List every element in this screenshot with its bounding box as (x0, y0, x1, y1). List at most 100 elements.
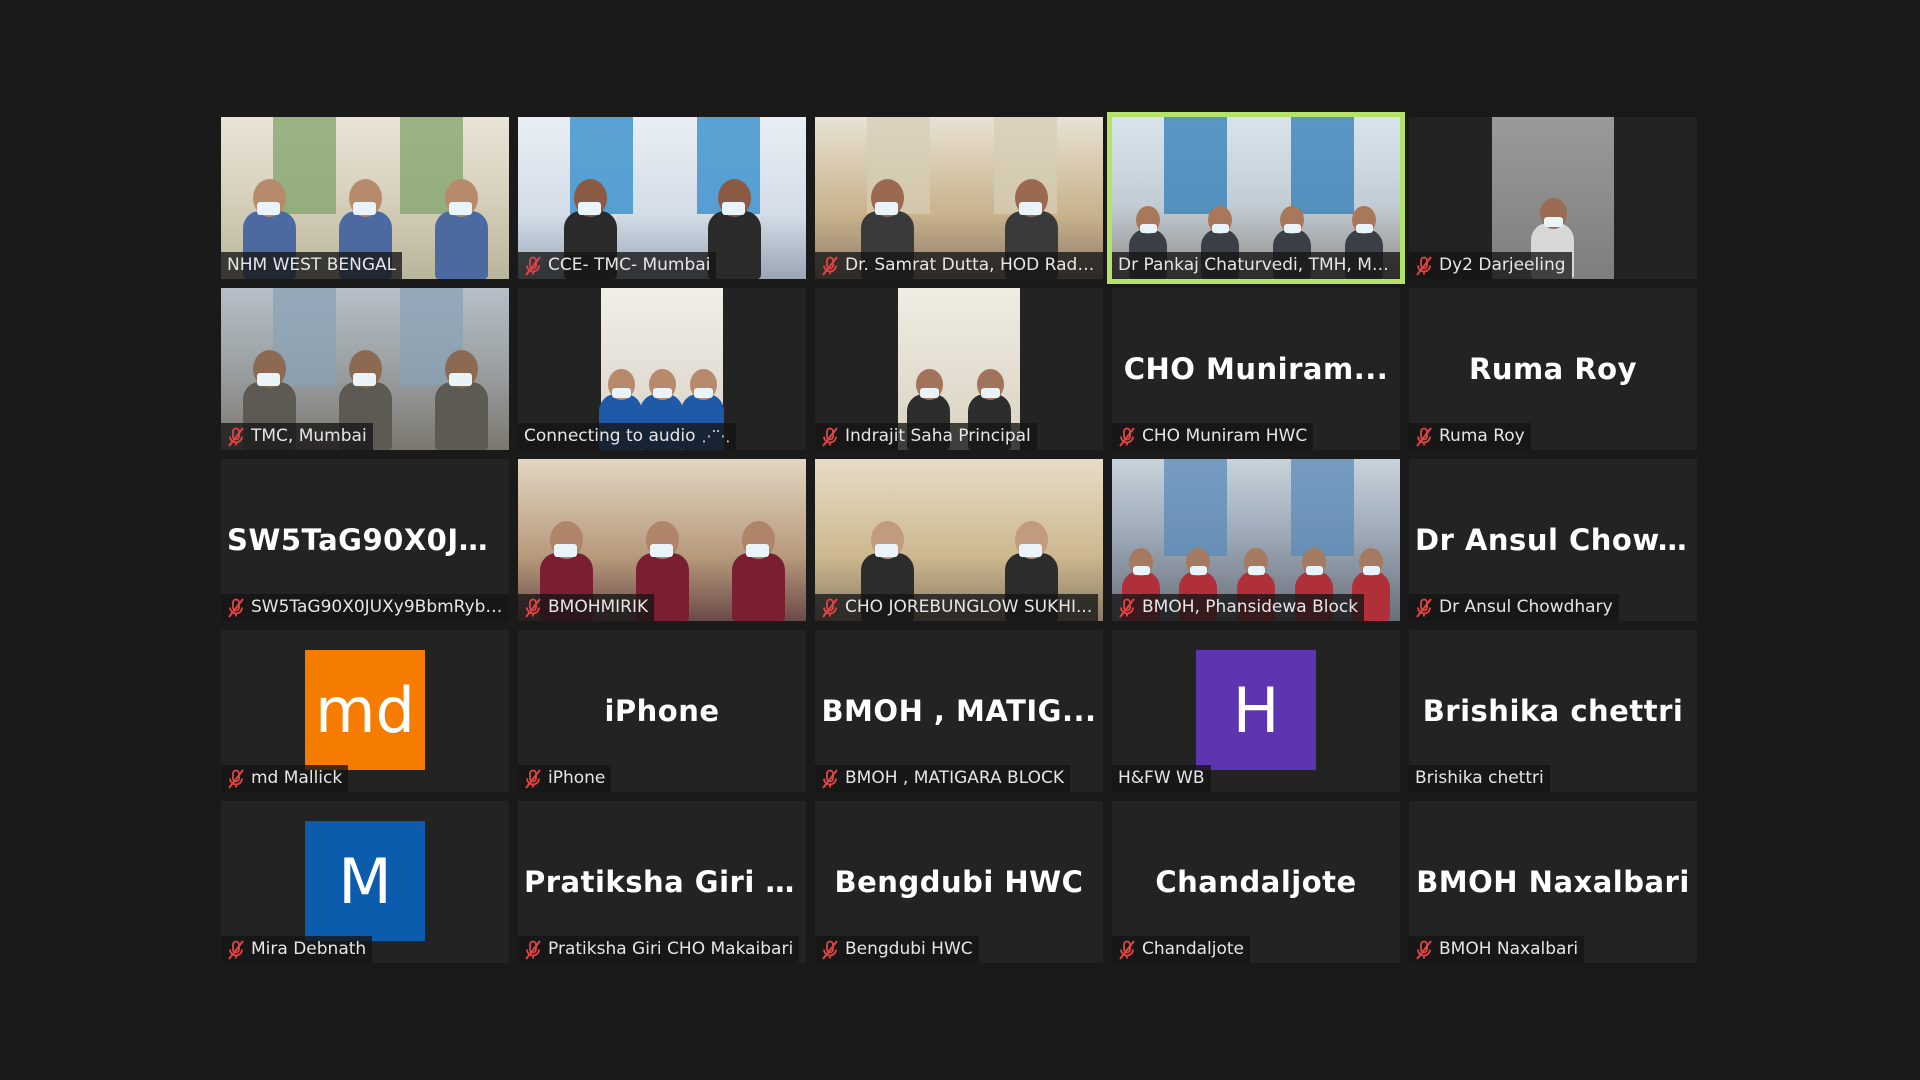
face-mask (1133, 566, 1150, 575)
face-mask (257, 202, 280, 215)
participant-tile[interactable]: Dr Ansul Chow... Dr Ansul Chowdhary (1409, 459, 1697, 621)
gallery-grid: NHM WEST BENGAL CCE- TMC- Mumbai Dr. Samra… (221, 112, 1697, 963)
participant-name: TMC, Mumbai (251, 426, 367, 446)
participant-tile[interactable]: Indrajit Saha Principal (815, 288, 1103, 450)
participant-tile[interactable]: CHO JOREBUNGLOW SUKHI... (815, 459, 1103, 621)
participant-tile[interactable]: Chandaljote Chandaljote (1112, 801, 1400, 963)
face-mask (1544, 217, 1563, 227)
participant-name: Bengdubi HWC (845, 939, 973, 959)
participant-tile[interactable]: BMOH Naxalbari BMOH Naxalbari (1409, 801, 1697, 963)
participant-name: Ruma Roy (1439, 426, 1525, 446)
face-mask (257, 373, 280, 386)
face-mask (1190, 566, 1207, 575)
mic-muted-icon (821, 939, 839, 960)
participant-tile[interactable]: BMOHMIRIK (518, 459, 806, 621)
mic-muted-icon (524, 768, 542, 789)
mic-muted-icon (1415, 597, 1433, 618)
participant-name-label: Dr. Samrat Dutta, HOD Radi... (815, 252, 1103, 279)
participant-display-name: SW5TaG90X0JU... (227, 523, 509, 557)
participant-name: NHM WEST BENGAL (227, 255, 397, 275)
participant-name-label: Connecting to audio ⋰⋱ (518, 423, 736, 450)
participant-name: SW5TaG90X0JUXy9BbmRyb2... (251, 597, 503, 617)
mic-muted-icon (1415, 255, 1433, 276)
participant-tile[interactable]: CHO Muniram... CHO Muniram HWC (1112, 288, 1400, 450)
participant-tile[interactable]: md md Mallick (221, 630, 509, 792)
face-mask (353, 373, 376, 386)
face-mask (449, 202, 472, 215)
participant-tile[interactable]: M Mira Debnath (221, 801, 509, 963)
participant-tile[interactable]: Pratiksha Giri C... Pratiksha Giri CHO Ma… (518, 801, 806, 963)
participant-name-label: Pratiksha Giri CHO Makaibari (518, 936, 800, 963)
participant-tile[interactable]: TMC, Mumbai (221, 288, 509, 450)
participant-figure (435, 211, 488, 279)
face-mask (1363, 566, 1380, 575)
mic-muted-icon (1118, 426, 1136, 447)
profile-avatar: md (305, 650, 425, 770)
face-mask (653, 388, 672, 398)
participant-name: BMOH , MATIGARA BLOCK (845, 768, 1064, 788)
participant-name: md Mallick (251, 768, 343, 788)
mic-muted-icon (524, 255, 542, 276)
participant-name-label: SW5TaG90X0JUXy9BbmRyb2... (221, 594, 509, 621)
mic-muted-icon (524, 939, 542, 960)
participant-display-name: CHO Muniram... (1123, 352, 1389, 386)
background-curtain (1164, 459, 1227, 557)
participant-tile[interactable]: NHM WEST BENGAL (221, 117, 509, 279)
mic-muted-icon (821, 768, 839, 789)
participant-tile[interactable]: Brishika chettri Brishika chettri (1409, 630, 1697, 792)
participant-tile[interactable]: CCE- TMC- Mumbai (518, 117, 806, 279)
participant-tile[interactable]: Dr Pankaj Chaturvedi, TMH, Mu... (1107, 112, 1405, 284)
face-mask (920, 388, 939, 398)
participant-tile[interactable]: Connecting to audio ⋰⋱ (518, 288, 806, 450)
face-mask (981, 388, 1000, 398)
participant-name-label: iPhone (518, 765, 612, 792)
face-mask (1306, 566, 1323, 575)
participant-tile[interactable]: BMOH, Phansidewa Block (1112, 459, 1400, 621)
mic-muted-icon (821, 597, 839, 618)
mic-muted-icon (227, 597, 245, 618)
participant-name: Mira Debnath (251, 939, 367, 959)
participant-name-label: Ruma Roy (1409, 423, 1531, 450)
participant-display-name: BMOH , MATIG... (821, 694, 1097, 728)
mic-muted-icon (227, 426, 245, 447)
participant-name-label: Dy2 Darjeeling (1409, 252, 1572, 279)
participant-name: Pratiksha Giri CHO Makaibari (548, 939, 794, 959)
participant-name: H&FW WB (1118, 768, 1205, 788)
participant-name: Dr. Samrat Dutta, HOD Radi... (845, 255, 1097, 275)
participant-tile[interactable]: Dy2 Darjeeling (1409, 117, 1697, 279)
participant-name-label: H&FW WB (1112, 765, 1211, 792)
participant-tile[interactable]: Bengdubi HWC Bengdubi HWC (815, 801, 1103, 963)
mic-muted-icon (227, 939, 245, 960)
participant-tile[interactable]: Ruma Roy Ruma Roy (1409, 288, 1697, 450)
face-mask (1248, 566, 1265, 575)
participant-display-name: Bengdubi HWC (834, 865, 1084, 899)
participant-name: Dr Ansul Chowdhary (1439, 597, 1613, 617)
participant-tile[interactable]: iPhone iPhone (518, 630, 806, 792)
participant-name-label: BMOH, Phansidewa Block (1112, 594, 1365, 621)
face-mask (449, 373, 472, 386)
participant-name: BMOH Naxalbari (1439, 939, 1579, 959)
mic-muted-icon (227, 768, 245, 789)
participant-name: BMOH, Phansidewa Block (1142, 597, 1359, 617)
profile-avatar: H (1196, 650, 1316, 770)
participant-tile[interactable]: BMOH , MATIG... BMOH , MATIGARA BLOCK (815, 630, 1103, 792)
mic-muted-icon (1118, 939, 1136, 960)
participant-display-name: Chandaljote (1155, 865, 1357, 899)
face-mask (1140, 224, 1157, 233)
participant-name: Dr Pankaj Chaturvedi, TMH, Mu... (1118, 255, 1394, 275)
mic-muted-icon (821, 255, 839, 276)
participant-name-label: BMOHMIRIK (518, 594, 655, 621)
participant-tile[interactable]: H H&FW WB (1112, 630, 1400, 792)
face-mask (612, 388, 631, 398)
participant-figure (435, 382, 488, 450)
mic-muted-icon (1118, 597, 1136, 618)
participant-tile[interactable]: SW5TaG90X0JU... SW5TaG90X0JUXy9BbmRyb2... (221, 459, 509, 621)
participant-tile[interactable]: Dr. Samrat Dutta, HOD Radi... (815, 117, 1103, 279)
loading-dots-icon: ⋰⋱ (701, 427, 731, 445)
participant-display-name: Brishika chettri (1422, 694, 1684, 728)
participant-name-label: CHO JOREBUNGLOW SUKHI... (815, 594, 1099, 621)
face-mask (875, 202, 898, 215)
participant-name-label: Dr Ansul Chowdhary (1409, 594, 1619, 621)
participant-name-label: CHO Muniram HWC (1112, 423, 1314, 450)
face-mask (1019, 202, 1042, 215)
